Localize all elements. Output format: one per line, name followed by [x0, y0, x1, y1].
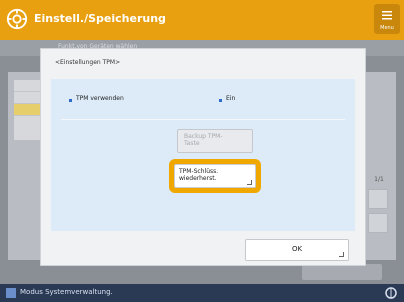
scroll-controls: 1/1 [368, 176, 390, 256]
restore-button-label: TPM-Schlüss. wiederherst. [179, 168, 219, 182]
status-bar: Modus Systemverwaltung. [0, 284, 404, 302]
network-icon[interactable] [384, 286, 398, 300]
tpm-setting-value: Ein [226, 95, 236, 102]
system-mode-icon [6, 288, 16, 298]
corner-arrow-icon [339, 252, 344, 257]
restore-tpm-key-button[interactable]: TPM-Schlüss. wiederherst. [174, 164, 256, 188]
backup-button-label: Backup TPM- Taste [184, 133, 223, 147]
header-bar: Einstell./Speicherung Menu [0, 0, 404, 40]
background-button [302, 264, 382, 280]
restore-tpm-key-highlight: TPM-Schlüss. wiederherst. [169, 159, 261, 193]
scroll-down-button[interactable] [368, 213, 388, 233]
status-text: Modus Systemverwaltung. [20, 288, 113, 296]
tpm-setting-label: TPM verwenden [76, 95, 124, 102]
tpm-setting-row: TPM verwenden Ein [69, 95, 339, 107]
dialog-content: TPM verwenden Ein Backup TPM- Taste TPM-… [51, 79, 355, 231]
menu-label: Menu [380, 25, 394, 31]
page-title: Einstell./Speicherung [34, 12, 166, 25]
corner-arrow-icon [247, 180, 252, 185]
bullet-icon [219, 99, 222, 102]
backup-tpm-key-button[interactable]: Backup TPM- Taste [177, 129, 253, 153]
scroll-up-button[interactable] [368, 189, 388, 209]
tpm-settings-dialog: <Einstellungen TPM> TPM verwenden Ein Ba… [40, 48, 366, 266]
ok-button[interactable]: OK [245, 239, 349, 261]
dialog-title: <Einstellungen TPM> [55, 59, 121, 66]
ok-button-label: OK [291, 245, 303, 253]
page-indicator: 1/1 [374, 176, 384, 183]
divider [61, 119, 345, 120]
menu-button[interactable]: Menu [374, 4, 400, 34]
menu-icon [382, 11, 392, 20]
settings-gear-icon [6, 8, 28, 30]
bullet-icon [69, 99, 72, 102]
